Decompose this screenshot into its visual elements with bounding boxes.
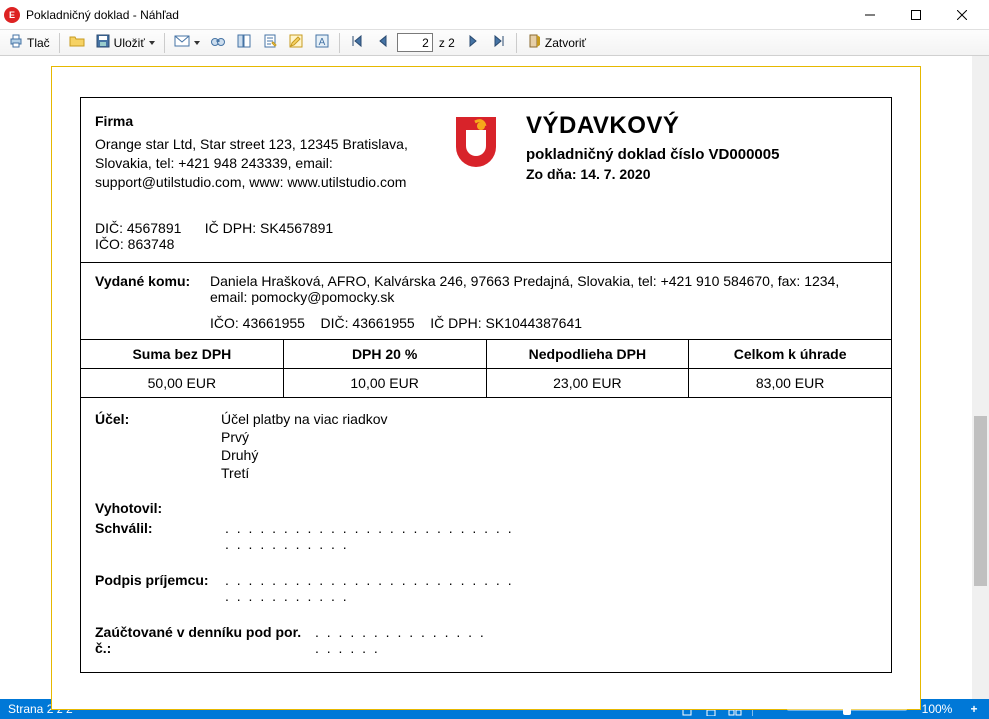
zoom-slider[interactable] (787, 707, 907, 711)
app-icon: E (4, 7, 20, 23)
prev-page-button[interactable] (371, 32, 395, 54)
find-button[interactable] (206, 32, 230, 54)
dic-label: DIČ: (95, 220, 123, 236)
last-page-button[interactable] (487, 32, 511, 54)
close-button[interactable] (939, 0, 985, 30)
ico-value: 863748 (128, 236, 175, 252)
print-label: Tlač (27, 36, 50, 50)
binoculars-icon (210, 33, 226, 52)
email-button[interactable] (170, 32, 204, 54)
zoom-slider-knob[interactable] (843, 703, 851, 715)
first-page-icon (349, 33, 365, 52)
company-label: Firma (95, 112, 446, 131)
dots: . . . . . . . . . . . . . . . . . . . . … (315, 624, 495, 656)
scrollbar-thumb[interactable] (974, 416, 987, 586)
thumbnails-button[interactable] (232, 32, 256, 54)
watermark-button[interactable]: A (310, 32, 334, 54)
next-page-icon (465, 33, 481, 52)
minimize-button[interactable] (847, 0, 893, 30)
icdph-value: SK4567891 (260, 220, 333, 236)
save-button[interactable]: Uložiť (91, 32, 159, 54)
icdph-label: IČ DPH: (205, 220, 256, 236)
watermark-icon: A (314, 33, 330, 52)
sig-zauctovane: Zaúčtované v denníku pod por. č.: (95, 624, 315, 656)
vertical-scrollbar[interactable] (972, 56, 989, 699)
sum-h2: DPH 20 % (284, 340, 486, 369)
chevron-down-icon (194, 41, 200, 45)
sum-v4: 83,00 EUR (689, 369, 891, 397)
sig-vyhotovil: Vyhotovil: (95, 500, 225, 516)
document-page: Firma Orange star Ltd, Star street 123, … (51, 66, 921, 710)
issued-to-label: Vydané komu: (95, 273, 210, 331)
mail-icon (174, 33, 190, 52)
purpose-label: Účel: (95, 410, 221, 483)
sum-h4: Celkom k úhrade (689, 340, 891, 369)
sig-podpis: Podpis príjemcu: (95, 572, 225, 604)
purpose-line3: Druhý (221, 446, 388, 464)
edit-page-button[interactable] (284, 32, 308, 54)
company-details: Orange star Ltd, Star street 123, 12345 … (95, 135, 446, 192)
maximize-button[interactable] (893, 0, 939, 30)
next-page-button[interactable] (461, 32, 485, 54)
chevron-down-icon (149, 41, 155, 45)
page-setup-icon (262, 33, 278, 52)
preview-viewer: Firma Orange star Ltd, Star street 123, … (0, 56, 989, 699)
door-icon (526, 33, 542, 52)
close-preview-label: Zatvoriť (545, 36, 586, 50)
edit-icon (288, 33, 304, 52)
summary-table: Suma bez DPH50,00 EUR DPH 20 %10,00 EUR … (81, 339, 891, 398)
thumbnails-icon (236, 33, 252, 52)
dic-value: 4567891 (127, 220, 182, 236)
purpose-line1: Účel platby na viac riadkov (221, 410, 388, 428)
doc-title: VÝDAVKOVÝ (526, 112, 877, 140)
page-number-input[interactable] (397, 33, 433, 52)
doc-date: Zo dňa: 14. 7. 2020 (526, 166, 877, 182)
close-preview-button[interactable]: Zatvoriť (522, 32, 590, 54)
sig-schvalil: Schválil: (95, 520, 225, 552)
sum-h3: Nedpodlieha DPH (487, 340, 689, 369)
first-page-button[interactable] (345, 32, 369, 54)
page-setup-button[interactable] (258, 32, 282, 54)
last-page-icon (491, 33, 507, 52)
doc-subtitle: pokladničný doklad číslo VD000005 (526, 146, 877, 163)
dots: . . . . . . . . . . . . . . . . . . . . … (225, 572, 525, 604)
logo (446, 112, 506, 192)
sum-v2: 10,00 EUR (284, 369, 486, 397)
prev-page-icon (375, 33, 391, 52)
sum-v3: 23,00 EUR (487, 369, 689, 397)
sum-h1: Suma bez DPH (81, 340, 283, 369)
title-bar: E Pokladničný doklad - Náhľad (0, 0, 989, 30)
window-title: Pokladničný doklad - Náhľad (26, 8, 179, 22)
print-button[interactable]: Tlač (4, 32, 54, 54)
save-label: Uložiť (114, 36, 145, 50)
svg-text:A: A (319, 37, 326, 48)
purpose-line4: Tretí (221, 464, 388, 482)
zoom-value: 100% (917, 702, 957, 716)
ico-label: IČO: (95, 236, 124, 252)
issued-to-ids: IČO: 43661955 DIČ: 43661955 IČ DPH: SK10… (210, 315, 877, 331)
open-button[interactable] (65, 32, 89, 54)
zoom-in-button[interactable]: + (967, 702, 981, 716)
save-icon (95, 33, 111, 52)
dots: . . . . . . . . . . . . . . . . . . . . … (225, 520, 525, 552)
issued-to-body: Daniela Hrašková, AFRO, Kalvárska 246, 9… (210, 273, 877, 305)
folder-open-icon (69, 33, 85, 52)
printer-icon (8, 33, 24, 52)
purpose-line2: Prvý (221, 428, 388, 446)
preview-scrollarea[interactable]: Firma Orange star Ltd, Star street 123, … (0, 56, 972, 699)
toolbar: Tlač Uložiť A z 2 Zatvo (0, 30, 989, 56)
sum-v1: 50,00 EUR (81, 369, 283, 397)
page-total-label: z 2 (435, 36, 459, 50)
